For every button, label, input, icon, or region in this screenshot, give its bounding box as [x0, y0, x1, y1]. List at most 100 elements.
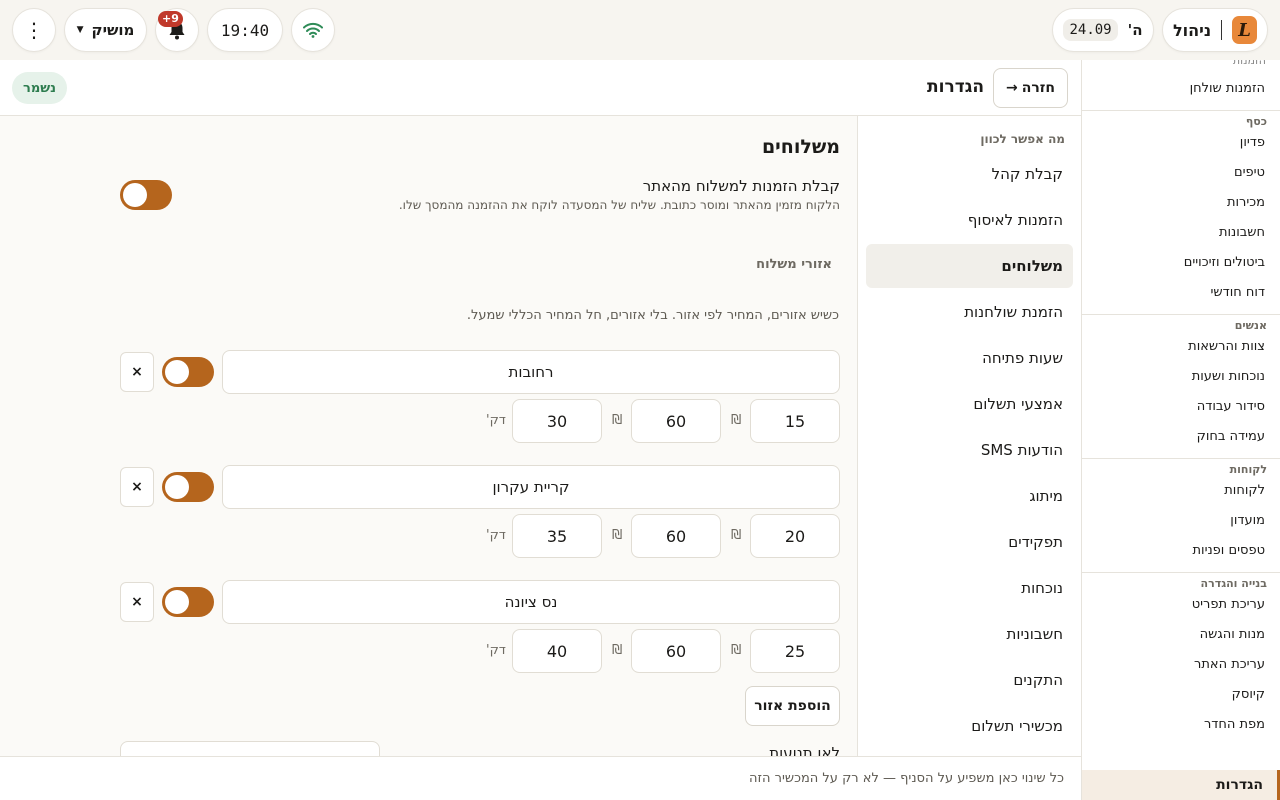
back-button[interactable]: חזרה →	[993, 68, 1068, 108]
divider	[1082, 572, 1280, 573]
zone-min-order-input[interactable]: 60	[631, 514, 721, 558]
sidebar-item[interactable]: טיפים	[1082, 158, 1280, 188]
divider	[1082, 314, 1280, 315]
settings-nav-item[interactable]: מיתוג	[866, 474, 1073, 518]
notifications-button[interactable]: 9+	[155, 8, 199, 52]
zone-toggle[interactable]	[162, 587, 214, 617]
date-display: ה' 24.09	[1052, 8, 1154, 52]
settings-nav: מה אפשר לכוון קבלת קהל הזמנות לאיסוף משל…	[857, 116, 1081, 756]
divider	[1082, 458, 1280, 459]
back-label: חזרה	[1021, 80, 1056, 96]
sidebar-section-people: אנשים	[1234, 319, 1267, 332]
zones-hint: כשיש אזורים, המחיר לפי אזור. בלי אזורים,…	[466, 308, 839, 323]
sidebar-item[interactable]: טפסים ופניות	[1082, 536, 1280, 566]
sidebar-item[interactable]: נוכחות ושעות	[1082, 362, 1280, 392]
wifi-icon	[303, 22, 323, 38]
online-delivery-toggle[interactable]	[120, 180, 172, 210]
sidebar-item[interactable]: לקוחות	[1082, 476, 1280, 506]
settings-nav-item[interactable]: הודעות SMS	[866, 428, 1073, 472]
settings-nav-item[interactable]: מכשירי תשלום	[866, 704, 1073, 748]
logo-icon: L	[1232, 16, 1257, 44]
settings-nav-item[interactable]: הזמנות לאיסוף	[866, 198, 1073, 242]
settings-nav-item-delivery[interactable]: משלוחים	[866, 244, 1073, 288]
zone-toggle[interactable]	[162, 357, 214, 387]
section-title: משלוחים	[761, 136, 840, 158]
top-bar: L ניהול ה' 24.09 19:40 9+ מושיק ▼ ⋮	[0, 0, 1280, 60]
sidebar-item[interactable]: צוות והרשאות	[1082, 332, 1280, 362]
sidebar-item[interactable]: מועדון	[1082, 506, 1280, 536]
sidebar-item-table-reservations[interactable]: הזמנות שולחן	[1082, 74, 1280, 104]
clock: 19:40	[207, 8, 283, 52]
sidebar-item[interactable]: חשבונות	[1082, 218, 1280, 248]
zone-minutes-input[interactable]: 40	[512, 629, 602, 673]
page-title: הגדרות	[927, 77, 984, 97]
manage-menu-button[interactable]: L ניהול	[1162, 8, 1268, 52]
day-label: ה'	[1127, 21, 1143, 39]
currency-label: ₪	[731, 528, 742, 543]
sidebar-item[interactable]: עריכת תפריט	[1082, 590, 1280, 620]
zone-name-input[interactable]: רחובות	[222, 350, 840, 394]
manage-label: ניהול	[1173, 20, 1212, 40]
settings-nav-item[interactable]: תפקידים	[866, 520, 1073, 564]
zone-minutes-input[interactable]: 35	[512, 514, 602, 558]
zone-min-order-input[interactable]: 60	[631, 399, 721, 443]
divider	[1221, 20, 1223, 40]
currency-label: ₪	[731, 643, 742, 658]
sidebar-item[interactable]: מפת החדר	[1082, 710, 1280, 740]
user-menu-button[interactable]: מושיק ▼	[64, 8, 147, 52]
delete-zone-button[interactable]: ×	[120, 467, 154, 507]
minutes-label: דק'	[486, 413, 506, 428]
wifi-status-button[interactable]	[291, 8, 335, 52]
online-delivery-description: הלקוח מזמין מהאתר ומוסר כתובת. שליח של ה…	[398, 198, 840, 212]
next-setting-input[interactable]	[120, 741, 380, 756]
sidebar-partial-label: הזמנות	[1082, 60, 1280, 66]
sidebar-item-settings[interactable]: הגדרות	[1082, 770, 1280, 800]
settings-nav-label: מה אפשר לכוון	[980, 132, 1065, 146]
page-header: חזרה → הגדרות נשמר	[0, 60, 1081, 116]
zone-min-order-input[interactable]: 60	[631, 629, 721, 673]
currency-label: ₪	[612, 643, 623, 658]
delivery-settings-panel: משלוחים קבלת הזמנות למשלוח מהאתר הלקוח מ…	[0, 116, 857, 756]
sidebar-item[interactable]: מכירות	[1082, 188, 1280, 218]
sidebar-item[interactable]: עריכת האתר	[1082, 650, 1280, 680]
zone-minutes-input[interactable]: 30	[512, 399, 602, 443]
zone-fee-input[interactable]: 20	[750, 514, 840, 558]
footer-text: כל שינוי כאן משפיע על הסניף — לא רק על ה…	[749, 771, 1064, 786]
currency-label: ₪	[731, 413, 742, 428]
sidebar-item[interactable]: מנות והגשה	[1082, 620, 1280, 650]
close-icon: ×	[131, 364, 143, 380]
next-setting-title: לאן תנועות	[769, 744, 840, 756]
sidebar-section-customers: לקוחות	[1229, 463, 1267, 476]
zone-fee-input[interactable]: 15	[750, 399, 840, 443]
settings-nav-item[interactable]: התקנים	[866, 658, 1073, 702]
online-delivery-title: קבלת הזמנות למשלוח מהאתר	[642, 177, 840, 195]
zone-name-input[interactable]: נס ציונה	[222, 580, 840, 624]
sidebar-item[interactable]: פדיון	[1082, 128, 1280, 158]
sidebar-item[interactable]: קיוסק	[1082, 680, 1280, 710]
delete-zone-button[interactable]: ×	[120, 582, 154, 622]
settings-nav-item[interactable]: נוכחות	[866, 566, 1073, 610]
settings-nav-item[interactable]: הזמנת שולחנות	[866, 290, 1073, 334]
sidebar-item[interactable]: ביטולים וזיכויים	[1082, 248, 1280, 278]
currency-label: ₪	[612, 528, 623, 543]
settings-nav-item[interactable]: חשבוניות	[866, 612, 1073, 656]
more-menu-button[interactable]: ⋮	[12, 8, 56, 52]
zone-name-input[interactable]: קריית עקרון	[222, 465, 840, 509]
settings-nav-item[interactable]: שעות פתיחה	[866, 336, 1073, 380]
sidebar-item[interactable]: עמידה בחוק	[1082, 422, 1280, 452]
sidebar-section-build: בנייה והגדרה	[1200, 577, 1267, 590]
zone-fee-input[interactable]: 25	[750, 629, 840, 673]
sidebar-item[interactable]: סידור עבודה	[1082, 392, 1280, 422]
zones-heading: אזורי משלוח	[756, 257, 832, 272]
saved-status-badge: נשמר	[12, 72, 67, 104]
more-vertical-icon: ⋮	[24, 18, 44, 42]
date-chip: 24.09	[1063, 19, 1118, 41]
delete-zone-button[interactable]: ×	[120, 352, 154, 392]
settings-nav-item[interactable]: אמצעי תשלום	[866, 382, 1073, 426]
settings-nav-item[interactable]: קבלת קהל	[866, 152, 1073, 196]
chevron-down-icon: ▼	[76, 25, 84, 35]
add-zone-button[interactable]: הוספת אזור	[745, 686, 840, 726]
footer-notice: כל שינוי כאן משפיע על הסניף — לא רק על ה…	[0, 756, 1081, 800]
sidebar-item[interactable]: דוח חודשי	[1082, 278, 1280, 308]
zone-toggle[interactable]	[162, 472, 214, 502]
